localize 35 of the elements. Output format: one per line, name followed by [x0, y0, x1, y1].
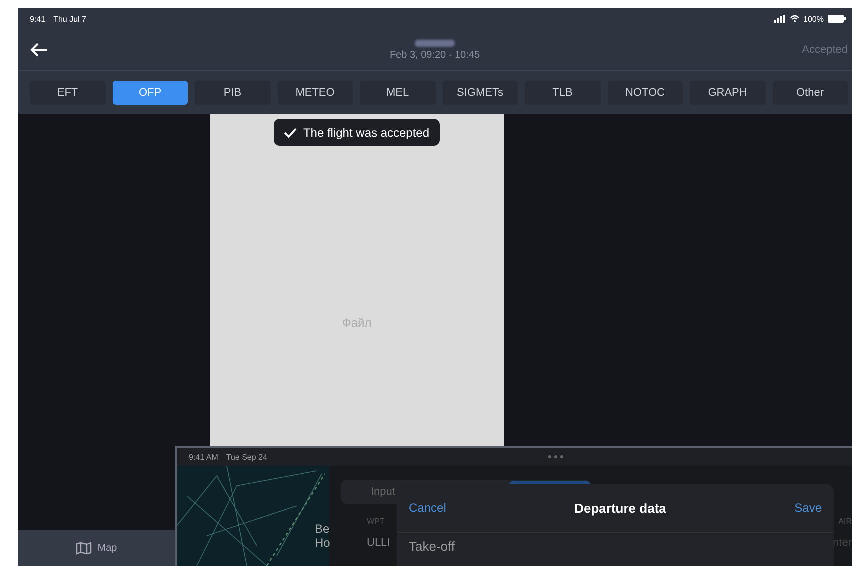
status-date: Thu Jul 7 — [54, 14, 86, 24]
status-date: Tue Sep 24 — [226, 452, 268, 462]
toast-message: The flight was accepted — [303, 126, 430, 140]
modal-title: Departure data — [574, 500, 666, 516]
status-time: 9:41 — [30, 14, 46, 24]
column-header: WPT — [366, 516, 385, 526]
tab[interactable]: TLB — [525, 80, 600, 104]
battery-icon — [828, 15, 846, 23]
blurred-title — [415, 40, 455, 46]
map-tab[interactable]: Map — [76, 542, 118, 554]
map-icon — [76, 542, 92, 554]
battery-percent: 100% — [804, 14, 824, 24]
tab[interactable]: Other — [772, 80, 848, 104]
table-cell-text: ULLI — [366, 537, 390, 549]
status-time: 9:41 AM — [189, 452, 218, 462]
map-label: Ho — [315, 536, 330, 550]
tab[interactable]: EFT — [30, 80, 106, 104]
save-button[interactable]: Save — [794, 501, 822, 515]
signal-icon — [774, 15, 786, 23]
wifi-icon — [790, 15, 800, 23]
tab[interactable]: GRAPH — [690, 80, 766, 104]
column-header: AIR — [838, 516, 852, 526]
tab[interactable]: PIB — [195, 80, 270, 104]
status-label: Accepted — [802, 44, 848, 56]
tab[interactable]: MEL — [360, 80, 436, 104]
map-label: Be — [315, 522, 330, 536]
tab[interactable]: METEO — [278, 80, 353, 104]
checkmark-icon — [284, 128, 298, 138]
back-arrow-icon[interactable] — [30, 43, 48, 57]
flight-time: Feb 3, 09:20 - 10:45 — [390, 50, 480, 60]
cancel-button[interactable]: Cancel — [409, 501, 446, 515]
more-dots-icon — [548, 455, 564, 459]
tab[interactable]: SIGMETs — [442, 80, 518, 104]
tab[interactable]: NOTOC — [608, 80, 683, 104]
section-label: Take-off — [408, 538, 456, 556]
